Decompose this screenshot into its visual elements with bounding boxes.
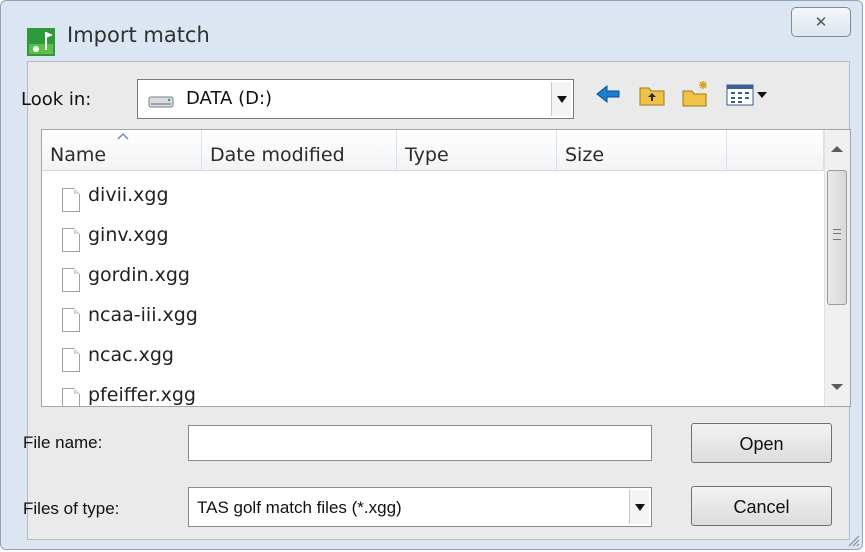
list-item[interactable]: ncaa-iii.xgg: [42, 300, 442, 338]
column-header-empty: [727, 130, 824, 170]
column-header-date-modified[interactable]: Date modified: [202, 130, 397, 170]
scrollbar-thumb[interactable]: [827, 170, 847, 305]
file-name-text: ncac.xgg: [88, 344, 174, 366]
close-button[interactable]: ✕: [791, 7, 851, 37]
chevron-down-icon[interactable]: [629, 490, 649, 524]
window-title: Import match: [67, 23, 210, 47]
file-icon: [62, 348, 80, 372]
file-name-text: gordin.xgg: [88, 264, 190, 286]
look-in-label: Look in:: [21, 89, 92, 110]
cancel-button[interactable]: Cancel: [691, 486, 832, 526]
file-type-label: Files of type:: [23, 499, 120, 518]
file-icon: [62, 268, 80, 292]
column-header-type[interactable]: Type: [397, 130, 557, 170]
scroll-up-icon[interactable]: [831, 146, 843, 152]
drive-icon: [148, 96, 174, 108]
title-bar[interactable]: Import match ✕: [1, 1, 862, 59]
file-name-text: ginv.xgg: [88, 224, 169, 246]
grip-icon: [833, 229, 841, 240]
file-list[interactable]: Name Date modified Type Size divii.xgg g…: [41, 129, 851, 407]
list-item[interactable]: ginv.xgg: [42, 220, 442, 258]
file-icon: [62, 228, 80, 252]
file-type-select[interactable]: TAS golf match files (*.xgg): [188, 487, 652, 527]
new-folder-icon[interactable]: [681, 79, 711, 109]
list-item[interactable]: ncac.xgg: [42, 340, 442, 378]
resize-grip-icon[interactable]: [844, 531, 860, 547]
view-menu-icon[interactable]: [724, 79, 782, 109]
file-icon: [62, 188, 80, 212]
close-icon: ✕: [814, 13, 828, 31]
file-icon: [62, 308, 80, 332]
file-name-text: ncaa-iii.xgg: [88, 304, 198, 326]
list-item[interactable]: gordin.xgg: [42, 260, 442, 298]
import-match-dialog: Import match ✕ Look in: DATA (D:) Name D…: [0, 0, 863, 550]
file-name-text: divii.xgg: [88, 184, 169, 206]
file-type-value: TAS golf match files (*.xgg): [197, 498, 402, 517]
chevron-down-icon[interactable]: [551, 82, 571, 116]
file-icon: [62, 388, 80, 406]
vertical-scrollbar[interactable]: [824, 130, 850, 406]
file-name-text: pfeiffer.xgg: [88, 384, 196, 406]
open-button[interactable]: Open: [691, 423, 832, 463]
list-item[interactable]: divii.xgg: [42, 180, 442, 218]
scroll-down-icon[interactable]: [831, 384, 843, 390]
list-item[interactable]: pfeiffer.xgg: [42, 380, 442, 406]
look-in-value: DATA (D:): [186, 88, 273, 109]
file-name-label: File name:: [23, 433, 103, 452]
look-in-combo[interactable]: DATA (D:): [137, 79, 574, 119]
sort-ascending-icon: [117, 133, 129, 140]
list-header: Name Date modified Type Size: [42, 130, 824, 171]
up-folder-icon[interactable]: [637, 79, 667, 109]
back-arrow-icon[interactable]: [593, 79, 623, 109]
golf-flag-icon: [27, 28, 55, 56]
column-header-size[interactable]: Size: [557, 130, 727, 170]
file-name-input[interactable]: [188, 425, 652, 461]
